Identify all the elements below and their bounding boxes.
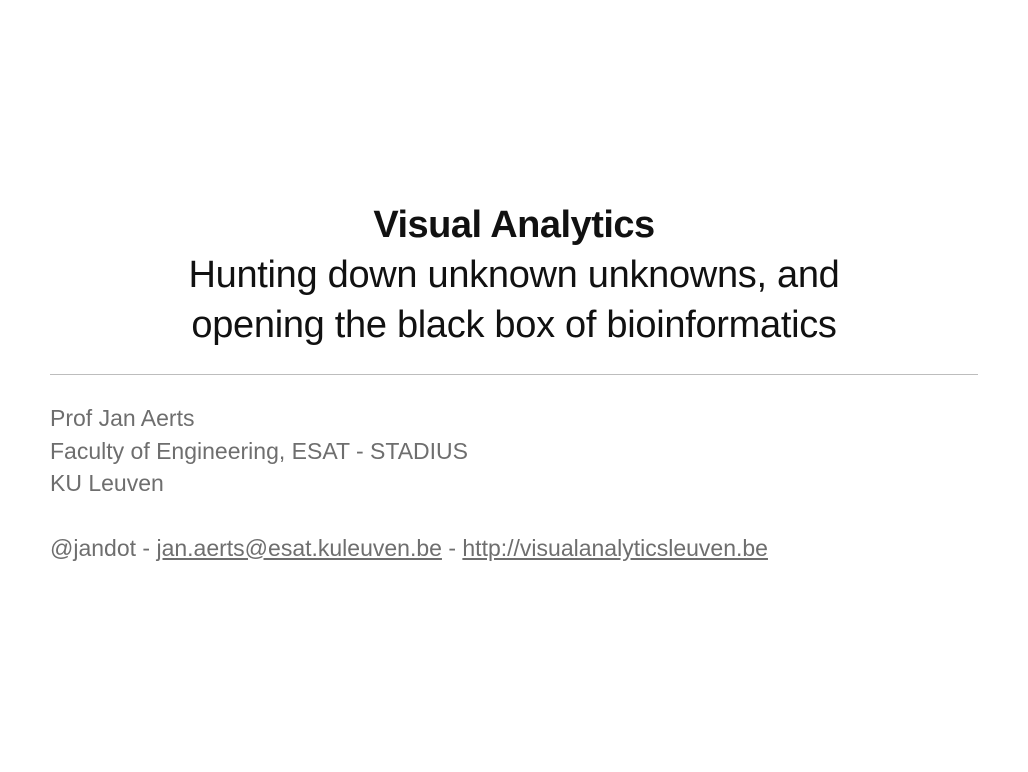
slide-title: Visual Analytics [373, 204, 655, 246]
title-divider [50, 374, 978, 375]
email-link[interactable]: jan.aerts@esat.kuleuven.be [156, 535, 441, 561]
title-block: Visual Analytics Hunting down unknown un… [0, 200, 1028, 350]
author-block: Prof Jan Aerts Faculty of Engineering, E… [50, 402, 970, 564]
contact-line: @jandot - jan.aerts@esat.kuleuven.be - h… [50, 532, 970, 565]
author-affiliation: Faculty of Engineering, ESAT - STADIUS [50, 437, 468, 464]
slide: Visual Analytics Hunting down unknown un… [0, 0, 1028, 772]
slide-subtitle-line-1: Hunting down unknown unknowns, and [188, 254, 840, 296]
contact-separator: - [441, 534, 463, 561]
twitter-handle: @jandot [50, 534, 137, 561]
author-institution: KU Leuven [50, 470, 164, 496]
author-name: Prof Jan Aerts [50, 405, 195, 431]
website-link[interactable]: http://visualanalyticsleuven.be [462, 535, 768, 561]
contact-separator: - [136, 534, 157, 561]
slide-subtitle-line-2: opening the black box of bioinformatics [191, 304, 837, 346]
